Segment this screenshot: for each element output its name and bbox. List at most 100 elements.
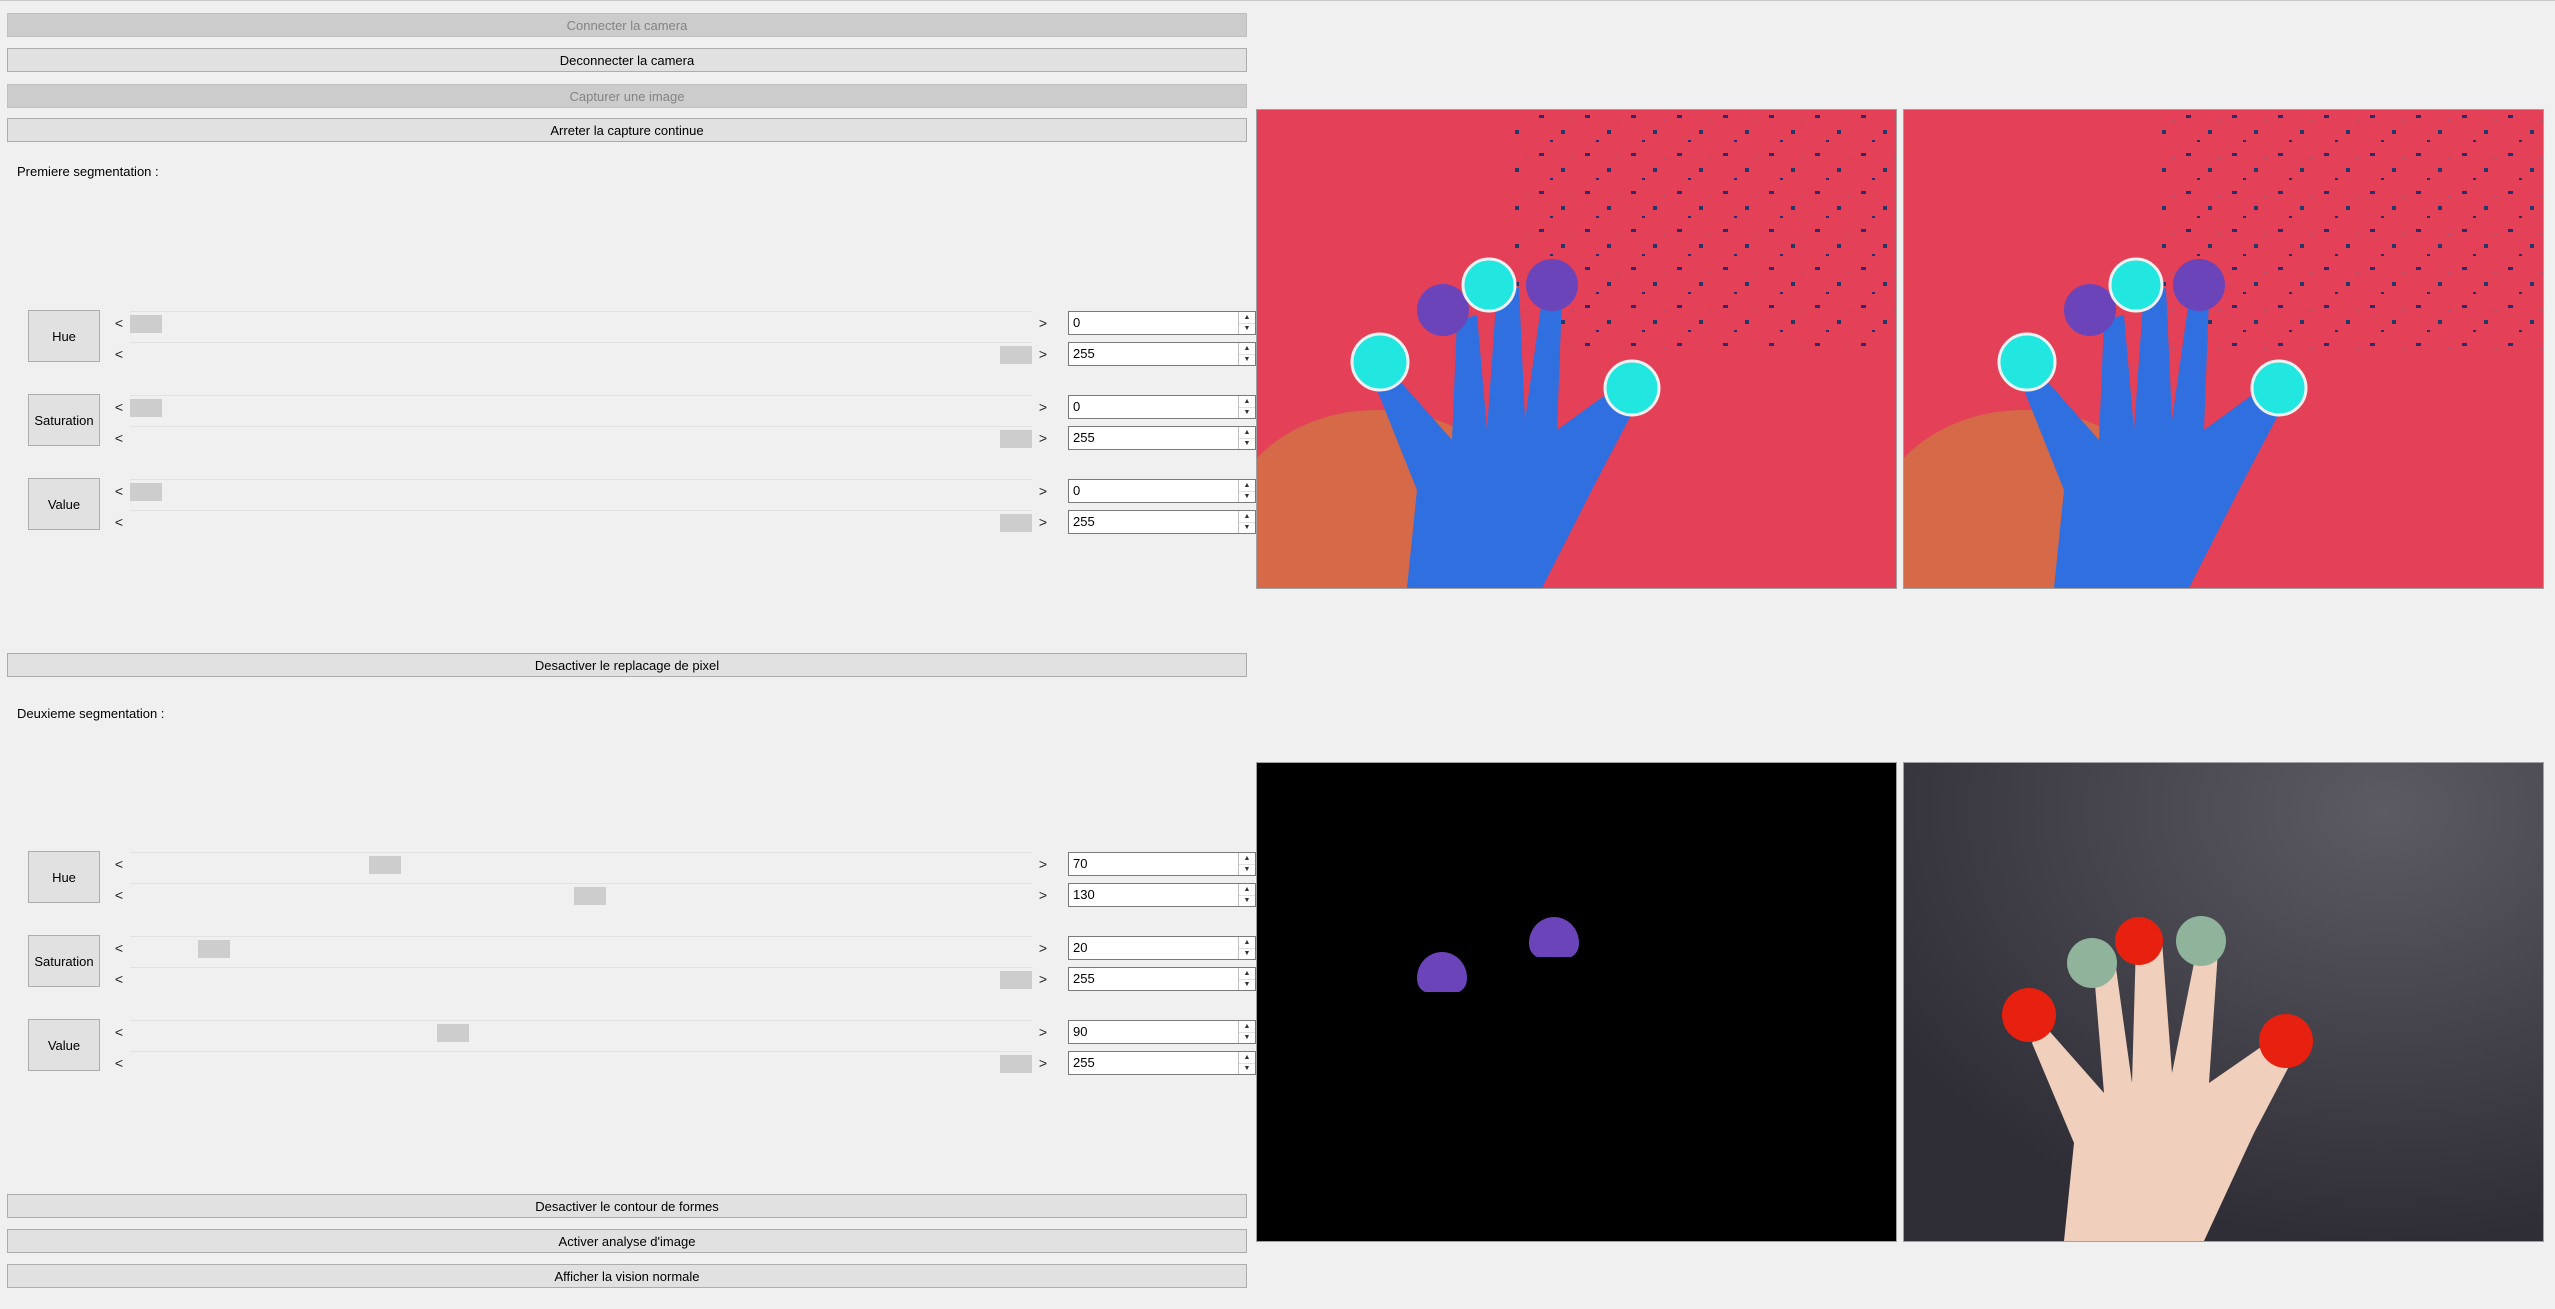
spin-down-icon[interactable]: ▼: [1239, 979, 1255, 990]
seg1-hue-max-slider[interactable]: [130, 342, 1032, 366]
seg2-value-min-left-arrow[interactable]: <: [110, 1019, 128, 1045]
seg1-value-button[interactable]: Value: [28, 478, 100, 530]
seg2-value-group: Value < > 90 ▲ ▼ < > 255 ▲ ▼: [28, 1019, 1256, 1075]
seg2-hue-button[interactable]: Hue: [28, 851, 100, 903]
seg2-hue-max-right-arrow[interactable]: >: [1034, 882, 1052, 908]
seg1-hue-min-spinbox[interactable]: 0 ▲ ▼: [1068, 311, 1256, 335]
seg1-saturation-min-right-arrow[interactable]: >: [1034, 394, 1052, 420]
seg1-saturation-min-spinbox[interactable]: 0 ▲ ▼: [1068, 395, 1256, 419]
seg2-saturation-max-left-arrow[interactable]: <: [110, 966, 128, 992]
seg1-value-max-thumb[interactable]: [1000, 514, 1032, 532]
seg1-saturation-button[interactable]: Saturation: [28, 394, 100, 446]
seg2-saturation-min-slider[interactable]: [130, 936, 1032, 960]
seg2-hue-min-slider[interactable]: [130, 852, 1032, 876]
seg2-value-min-thumb[interactable]: [437, 1024, 469, 1042]
seg1-value-max-spinbox[interactable]: 255 ▲ ▼: [1068, 510, 1256, 534]
image-analysis-button[interactable]: Activer analyse d'image: [7, 1229, 1247, 1253]
seg1-value-min-spinbox[interactable]: 0 ▲ ▼: [1068, 479, 1256, 503]
seg1-value-max-right-arrow[interactable]: >: [1034, 509, 1052, 535]
seg2-value-button[interactable]: Value: [28, 1019, 100, 1071]
seg1-saturation-max-spinbox[interactable]: 255 ▲ ▼: [1068, 426, 1256, 450]
connect-camera-button[interactable]: Connecter la camera: [7, 13, 1247, 37]
normal-vision-button[interactable]: Afficher la vision normale: [7, 1264, 1247, 1288]
seg2-value-max-value: 255: [1073, 1055, 1095, 1070]
seg2-value-min-right-arrow[interactable]: >: [1034, 1019, 1052, 1045]
seg1-saturation-min-thumb[interactable]: [130, 399, 162, 417]
spin-down-icon[interactable]: ▼: [1239, 864, 1255, 875]
seg1-hue-min-left-arrow[interactable]: <: [110, 310, 128, 336]
seg1-hue-min-value: 0: [1073, 315, 1081, 330]
seg2-hue-max-slider[interactable]: [130, 883, 1032, 907]
seg2-hue-max-thumb[interactable]: [574, 887, 606, 905]
seg1-value-max-slider[interactable]: [130, 510, 1032, 534]
seg1-hue-min-thumb[interactable]: [130, 315, 162, 333]
seg2-saturation-min-thumb[interactable]: [198, 940, 230, 958]
seg1-value-min-slider[interactable]: [130, 479, 1032, 503]
seg2-hue-max-left-arrow[interactable]: <: [110, 882, 128, 908]
seg1-hue-max-spinbox[interactable]: 255 ▲ ▼: [1068, 342, 1256, 366]
spin-down-icon[interactable]: ▼: [1239, 491, 1255, 502]
hsv-view-first-segmentation: [1256, 109, 1897, 589]
seg1-value-min-right-arrow[interactable]: >: [1034, 478, 1052, 504]
seg2-value-max-right-arrow[interactable]: >: [1034, 1050, 1052, 1076]
seg1-hue-max-right-arrow[interactable]: >: [1034, 341, 1052, 367]
seg1-value-min-row: < > 0 ▲ ▼: [110, 478, 1256, 504]
seg2-saturation-max-thumb[interactable]: [1000, 971, 1032, 989]
spin-down-icon[interactable]: ▼: [1239, 1063, 1255, 1074]
seg1-saturation-min-slider[interactable]: [130, 395, 1032, 419]
seg1-value-min-left-arrow[interactable]: <: [110, 478, 128, 504]
seg2-saturation-min-spinbox[interactable]: 20 ▲ ▼: [1068, 936, 1256, 960]
seg2-hue-min-left-arrow[interactable]: <: [110, 851, 128, 877]
seg1-saturation-max-value: 255: [1073, 430, 1095, 445]
seg2-value-max-left-arrow[interactable]: <: [110, 1050, 128, 1076]
seg1-saturation-max-right-arrow[interactable]: >: [1034, 425, 1052, 451]
seg1-hue-min-slider[interactable]: [130, 311, 1032, 335]
seg2-value-min-slider[interactable]: [130, 1020, 1032, 1044]
spin-down-icon[interactable]: ▼: [1239, 522, 1255, 533]
seg2-hue-max-value: 130: [1073, 887, 1095, 902]
seg1-hue-max-row: < > 255 ▲ ▼: [110, 341, 1256, 367]
spin-down-icon[interactable]: ▼: [1239, 354, 1255, 365]
segmented-mask-view: [1256, 762, 1897, 1242]
seg2-hue-max-spinbox[interactable]: 130 ▲ ▼: [1068, 883, 1256, 907]
seg2-value-max-thumb[interactable]: [1000, 1055, 1032, 1073]
stop-continuous-capture-button[interactable]: Arreter la capture continue: [7, 118, 1247, 142]
seg1-value-min-thumb[interactable]: [130, 483, 162, 501]
seg1-saturation-min-left-arrow[interactable]: <: [110, 394, 128, 420]
seg2-hue-min-right-arrow[interactable]: >: [1034, 851, 1052, 877]
seg1-saturation-max-slider[interactable]: [130, 426, 1032, 450]
seg1-hue-button[interactable]: Hue: [28, 310, 100, 362]
seg2-saturation-max-right-arrow[interactable]: >: [1034, 966, 1052, 992]
seg1-value-min-value: 0: [1073, 483, 1081, 498]
seg2-saturation-max-spinbox[interactable]: 255 ▲ ▼: [1068, 967, 1256, 991]
pixel-replace-toggle-button[interactable]: Desactiver le replacage de pixel: [7, 653, 1247, 677]
seg2-hue-min-thumb[interactable]: [369, 856, 401, 874]
seg2-value-max-slider[interactable]: [130, 1051, 1032, 1075]
seg2-saturation-min-left-arrow[interactable]: <: [110, 935, 128, 961]
spin-down-icon[interactable]: ▼: [1239, 438, 1255, 449]
spin-down-icon[interactable]: ▼: [1239, 948, 1255, 959]
seg1-saturation-max-thumb[interactable]: [1000, 430, 1032, 448]
seg2-hue-min-spinbox[interactable]: 70 ▲ ▼: [1068, 852, 1256, 876]
seg1-value-max-value: 255: [1073, 514, 1095, 529]
seg1-saturation-max-left-arrow[interactable]: <: [110, 425, 128, 451]
seg2-saturation-min-right-arrow[interactable]: >: [1034, 935, 1052, 961]
seg1-value-max-left-arrow[interactable]: <: [110, 509, 128, 535]
seg2-value-max-spinbox[interactable]: 255 ▲ ▼: [1068, 1051, 1256, 1075]
seg2-saturation-min-row: < > 20 ▲ ▼: [110, 935, 1256, 961]
spin-down-icon[interactable]: ▼: [1239, 895, 1255, 906]
spin-down-icon[interactable]: ▼: [1239, 407, 1255, 418]
capture-image-button[interactable]: Capturer une image: [7, 84, 1247, 108]
second-segmentation-title: Deuxieme segmentation :: [17, 706, 165, 721]
seg1-hue-min-right-arrow[interactable]: >: [1034, 310, 1052, 336]
seg1-hue-max-left-arrow[interactable]: <: [110, 341, 128, 367]
disconnect-camera-button[interactable]: Deconnecter la camera: [7, 48, 1247, 72]
spin-down-icon[interactable]: ▼: [1239, 323, 1255, 334]
seg2-saturation-max-slider[interactable]: [130, 967, 1032, 991]
spin-down-icon[interactable]: ▼: [1239, 1032, 1255, 1043]
seg1-hue-max-thumb[interactable]: [1000, 346, 1032, 364]
seg2-value-min-spinbox[interactable]: 90 ▲ ▼: [1068, 1020, 1256, 1044]
shape-contour-toggle-button[interactable]: Desactiver le contour de formes: [7, 1194, 1247, 1218]
seg2-saturation-max-row: < > 255 ▲ ▼: [110, 966, 1256, 992]
seg2-saturation-button[interactable]: Saturation: [28, 935, 100, 987]
